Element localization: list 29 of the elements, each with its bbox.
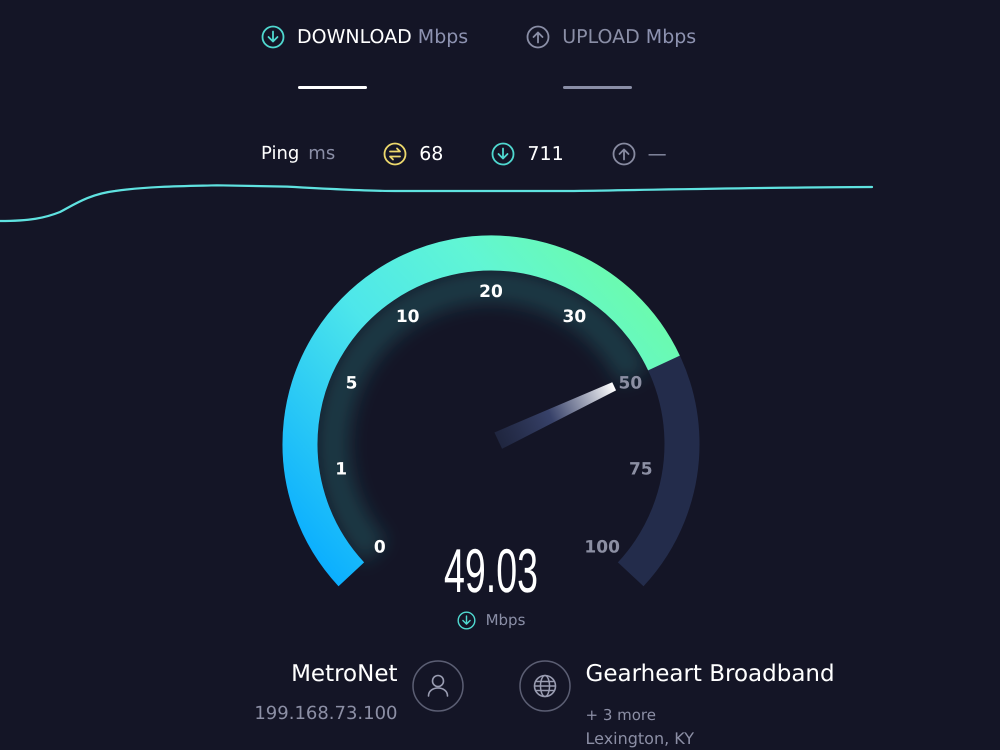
gauge-scale-label: 100 [584, 538, 620, 558]
tab-underline [298, 86, 367, 89]
user-icon [412, 660, 464, 712]
gauge-scale-label: 75 [628, 460, 653, 480]
gauge-scale-label: 5 [346, 373, 358, 394]
gauge-scale-label: 10 [396, 306, 420, 327]
globe-icon [518, 660, 570, 712]
gauge-scale-label: 50 [618, 373, 642, 394]
down-arrow-circle-icon [456, 610, 476, 630]
latency-value: 711 [527, 142, 564, 166]
speed-unit: Mbps [486, 610, 526, 630]
latency-value: 68 [419, 142, 444, 166]
latency-value: — [648, 142, 667, 166]
gauge-scale-label: 1 [335, 460, 348, 480]
isp-name: MetroNet [291, 660, 398, 688]
ping-unit: ms [308, 142, 336, 166]
more-servers-link[interactable]: + 3 more [586, 706, 656, 724]
gauge-scale-label: 0 [374, 538, 386, 558]
ping-label: Ping [261, 142, 300, 166]
speed-tab[interactable]: DOWNLOAD Mbps [261, 25, 468, 49]
speed-tab[interactable]: UPLOAD Mbps [526, 25, 696, 49]
ip-address: 199.168.73.100 [254, 702, 398, 726]
up-arrow-circle-icon [526, 25, 550, 49]
tab-underline [563, 86, 632, 89]
server-location: Lexington, KY [586, 729, 694, 748]
gauge-scale-label: 20 [479, 282, 503, 302]
server-name: Gearheart Broadband [586, 660, 835, 688]
down-arrow-circle-icon [261, 25, 285, 49]
gauge-scale-label: 30 [562, 306, 586, 327]
